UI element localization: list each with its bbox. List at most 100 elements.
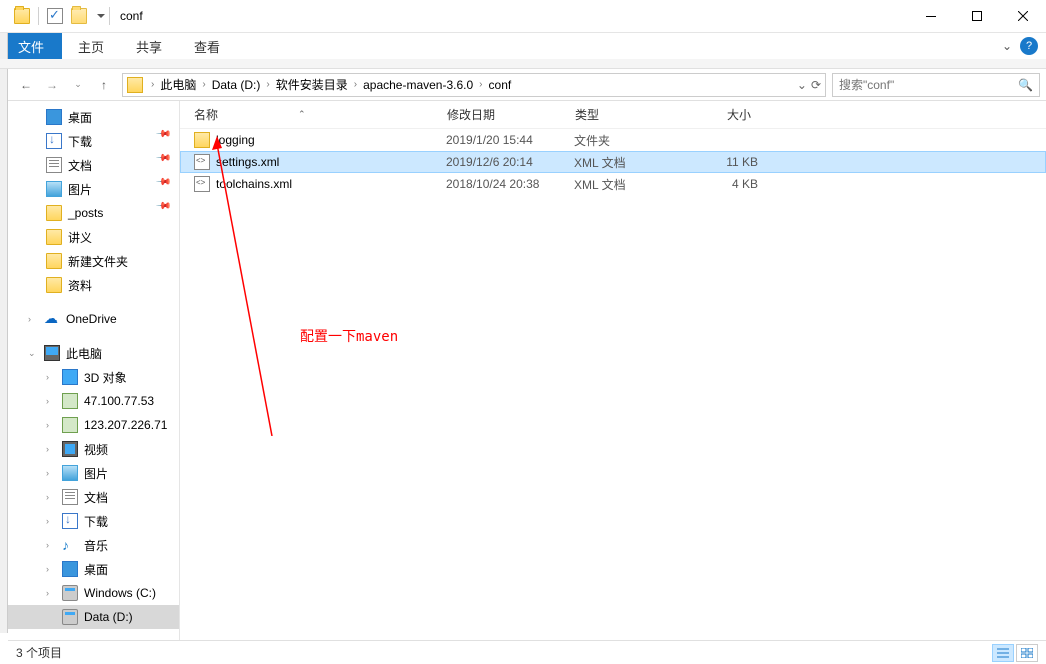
ribbon-tab-view[interactable]: 查看 — [178, 33, 236, 59]
sidebar-label: _posts — [68, 206, 103, 220]
help-icon[interactable]: ? — [1020, 37, 1038, 55]
sidebar-pc-item[interactable]: ›下载 — [8, 509, 179, 533]
sidebar-quick-item[interactable]: 新建文件夹 — [8, 249, 179, 273]
breadcrumb-item[interactable]: apache-maven-3.6.0 — [359, 78, 477, 92]
qat-properties-button[interactable] — [47, 8, 63, 24]
maximize-button[interactable] — [954, 1, 1000, 31]
column-headers: 名称⌃ 修改日期 类型 大小 — [180, 101, 1046, 129]
ribbon-tabs: 文件 主页 共享 查看 — [0, 33, 1046, 59]
column-header-date[interactable]: 修改日期 — [447, 106, 575, 123]
breadcrumb-item[interactable]: 软件安装目录 — [272, 76, 352, 93]
ribbon-tab-share[interactable]: 共享 — [120, 33, 178, 59]
file-list-pane: 名称⌃ 修改日期 类型 大小 logging2019/1/20 15:44文件夹… — [180, 101, 1046, 662]
search-input[interactable] — [839, 78, 1018, 92]
breadcrumb-sep[interactable]: › — [264, 79, 271, 90]
nav-back-button[interactable]: ← — [14, 73, 38, 97]
music-icon: ♪ — [62, 537, 78, 553]
sidebar-label: 桌面 — [68, 109, 92, 126]
ribbon-expand-caret-icon[interactable]: ⌄ — [1000, 39, 1014, 53]
sidebar-pc-item[interactable]: ›♪音乐 — [8, 533, 179, 557]
address-folder-icon — [127, 77, 143, 93]
breadcrumb-sep[interactable]: › — [352, 79, 359, 90]
desk-icon — [46, 109, 62, 125]
file-row[interactable]: logging2019/1/20 15:44文件夹 — [180, 129, 1046, 151]
file-row[interactable]: settings.xml2019/12/6 20:14XML 文档11 KB — [180, 151, 1046, 173]
refresh-icon[interactable]: ⟳ — [811, 78, 821, 92]
sidebar-label: 音乐 — [84, 537, 108, 554]
sidebar-onedrive[interactable]: ›☁OneDrive — [8, 307, 179, 331]
column-header-size[interactable]: 大小 — [687, 106, 759, 123]
navigation-pane[interactable]: 桌面📌下载📌文档📌图片📌_posts讲义新建文件夹资料 ›☁OneDrive ⌄… — [8, 101, 180, 662]
view-icons-button[interactable] — [1016, 644, 1038, 662]
sidebar-pc-item[interactable]: ›视频 — [8, 437, 179, 461]
breadcrumb-sep[interactable]: › — [477, 79, 484, 90]
sidebar-pc-item[interactable]: ›123.207.226.71 — [8, 413, 179, 437]
file-date: 2018/10/24 20:38 — [446, 177, 574, 191]
close-button[interactable] — [1000, 1, 1046, 31]
sidebar-pc-item[interactable]: Data (D:) — [8, 605, 179, 629]
sidebar-pc-item[interactable]: ›3D 对象 — [8, 365, 179, 389]
srv-icon — [62, 417, 78, 433]
sidebar-label: 资料 — [68, 277, 92, 294]
folder-icon — [14, 8, 30, 24]
breadcrumb-item[interactable]: Data (D:) — [208, 78, 265, 92]
ribbon-tab-home[interactable]: 主页 — [62, 33, 120, 59]
sidebar-quick-item[interactable]: 讲义 — [8, 225, 179, 249]
nav-history-dropdown[interactable]: ⌄ — [66, 73, 90, 97]
doc-icon — [46, 157, 62, 173]
minimize-button[interactable] — [908, 1, 954, 31]
sidebar-pc-item[interactable]: ›桌面 — [8, 557, 179, 581]
file-name: toolchains.xml — [216, 177, 292, 191]
sidebar-label: 文档 — [84, 489, 108, 506]
column-header-name[interactable]: 名称⌃ — [194, 106, 447, 123]
sidebar-quick-item[interactable]: 资料 — [8, 273, 179, 297]
pc-icon — [44, 345, 60, 361]
sidebar-label: 文档 — [68, 157, 92, 174]
file-row[interactable]: toolchains.xml 2018/10/24 20:38XML 文档4 KB — [180, 173, 1046, 195]
file-name: logging — [216, 133, 255, 147]
qat-dropdown-icon[interactable] — [97, 12, 105, 20]
nav-forward-button[interactable]: → — [40, 73, 64, 97]
quick-access-toolbar — [0, 7, 105, 25]
search-box[interactable]: 🔍 — [832, 73, 1040, 97]
address-bar[interactable]: › 此电脑 › Data (D:) › 软件安装目录 › apache-mave… — [122, 73, 826, 97]
fld-icon — [46, 253, 62, 269]
sidebar-pc-item[interactable]: ›Windows (C:) — [8, 581, 179, 605]
sidebar-quick-item[interactable]: 文档 — [8, 153, 179, 177]
sidebar-label: 新建文件夹 — [68, 253, 128, 270]
fld-icon — [46, 229, 62, 245]
folder-icon — [194, 132, 210, 148]
search-icon[interactable]: 🔍 — [1018, 78, 1033, 92]
sidebar-quick-item[interactable]: 图片 — [8, 177, 179, 201]
sidebar-pc-item[interactable]: ›47.100.77.53 — [8, 389, 179, 413]
annotation-text: 配置一下maven — [300, 326, 398, 346]
nav-up-button[interactable]: ↑ — [92, 73, 116, 97]
sidebar-label: 3D 对象 — [84, 369, 127, 386]
srv-icon — [62, 393, 78, 409]
sidebar-thispc[interactable]: ⌄此电脑 — [8, 341, 179, 365]
sidebar-pc-item[interactable]: ›图片 — [8, 461, 179, 485]
pic-icon — [46, 181, 62, 197]
file-size: 4 KB — [686, 177, 758, 191]
file-tab[interactable]: 文件 — [0, 33, 62, 59]
breadcrumb-item[interactable]: 此电脑 — [156, 76, 200, 93]
sidebar-quick-item[interactable]: 下载 — [8, 129, 179, 153]
address-dropdown-icon[interactable]: ⌄ — [797, 78, 807, 92]
file-type: XML 文档 — [574, 176, 686, 193]
window-title: conf — [120, 9, 143, 23]
breadcrumb-sep[interactable]: › — [149, 79, 156, 90]
breadcrumb-sep[interactable]: › — [200, 79, 207, 90]
view-details-button[interactable] — [992, 644, 1014, 662]
file-date: 2019/1/20 15:44 — [446, 133, 574, 147]
qat-divider — [38, 7, 39, 25]
breadcrumb-item[interactable]: conf — [485, 78, 516, 92]
sidebar-pc-item[interactable]: ›文档 — [8, 485, 179, 509]
column-header-type[interactable]: 类型 — [575, 106, 687, 123]
left-edge-strip — [0, 33, 8, 633]
sidebar-quick-item[interactable]: _posts — [8, 201, 179, 225]
title-divider — [109, 7, 110, 25]
qat-newfolder-button[interactable] — [71, 8, 87, 24]
drive-icon — [62, 609, 78, 625]
video-icon — [62, 441, 78, 457]
sidebar-quick-item[interactable]: 桌面 — [8, 105, 179, 129]
